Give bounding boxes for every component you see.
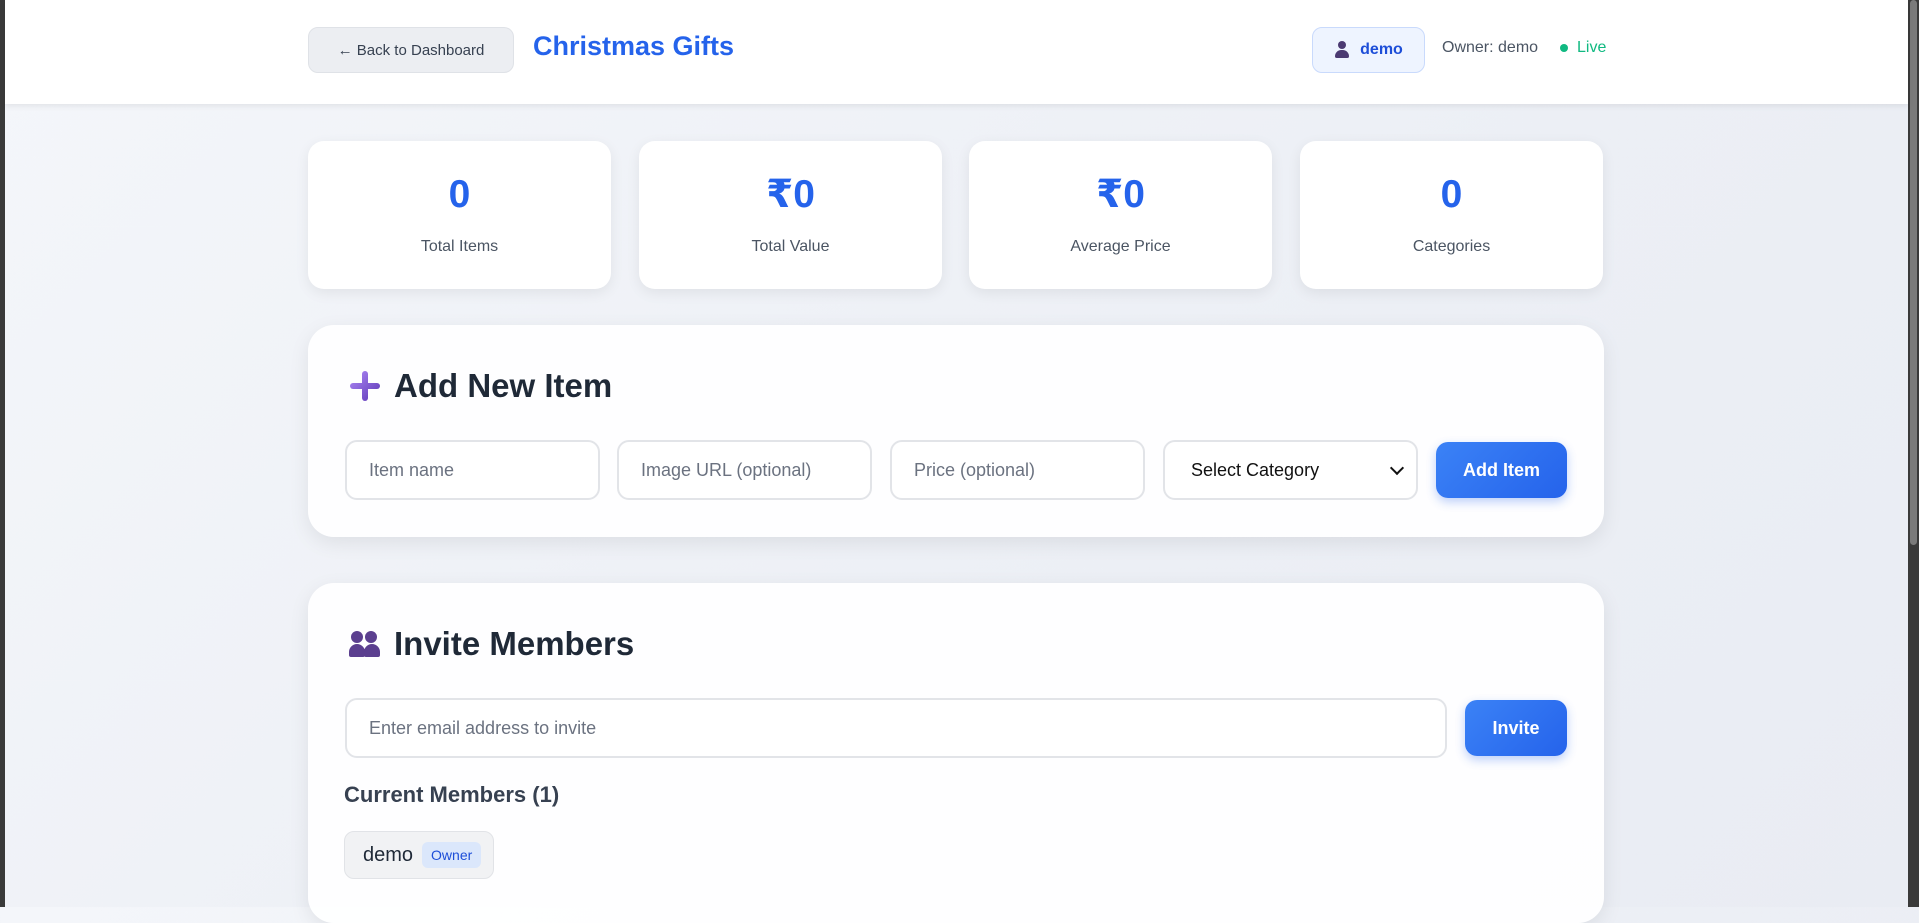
stat-value: ₹0 bbox=[1096, 173, 1145, 216]
stat-value: ₹0 bbox=[766, 173, 815, 216]
stat-label: Total Items bbox=[420, 238, 499, 255]
invite-members-panel: Invite Members Invite Current Members (1… bbox=[308, 583, 1604, 923]
stat-card-categories: 0 Categories bbox=[1300, 141, 1603, 289]
current-members-heading: Current Members (1) bbox=[344, 782, 560, 807]
invite-button[interactable]: Invite bbox=[1465, 700, 1567, 756]
invite-members-heading: Invite Members bbox=[348, 625, 634, 663]
stat-label: Average Price bbox=[1070, 238, 1171, 255]
invite-email-input[interactable] bbox=[345, 698, 1447, 758]
page-title: Christmas Gifts bbox=[533, 31, 735, 61]
member-name: demo bbox=[363, 843, 414, 866]
stat-value: 0 bbox=[1440, 173, 1463, 216]
stat-card-total-value: ₹0 Total Value bbox=[639, 141, 942, 289]
add-item-title: Add New Item bbox=[394, 367, 613, 404]
price-input[interactable] bbox=[890, 440, 1145, 500]
category-select-value: Select Category bbox=[1191, 459, 1320, 480]
scrollbar-track[interactable] bbox=[1908, 0, 1919, 907]
stat-card-average-price: ₹0 Average Price bbox=[969, 141, 1272, 289]
member-chip: demo Owner bbox=[344, 831, 495, 879]
stat-label: Total Value bbox=[751, 238, 830, 255]
chevron-down-icon bbox=[1389, 460, 1405, 475]
live-status: Live bbox=[1560, 39, 1606, 57]
add-item-panel: Add New Item Select Category Add Item bbox=[308, 325, 1604, 537]
invite-members-title: Invite Members bbox=[394, 625, 635, 662]
window-frame-left bbox=[0, 0, 5, 907]
back-to-dashboard-button[interactable]: ← Back to Dashboard bbox=[308, 27, 514, 73]
user-icon bbox=[1334, 41, 1350, 59]
stat-card-total-items: 0 Total Items bbox=[308, 141, 611, 289]
top-header: ← Back to Dashboard Christmas Gifts demo… bbox=[5, 0, 1908, 104]
owner-label: Owner: demo bbox=[1442, 39, 1539, 56]
image-url-input[interactable] bbox=[617, 440, 872, 500]
item-name-input[interactable] bbox=[345, 440, 600, 500]
scrollbar-thumb[interactable] bbox=[1910, 0, 1917, 545]
add-item-button[interactable]: Add Item bbox=[1436, 442, 1567, 498]
stat-value: 0 bbox=[448, 173, 471, 216]
user-name: demo bbox=[1360, 41, 1403, 58]
stat-label: Categories bbox=[1412, 238, 1491, 255]
live-dot-icon bbox=[1560, 44, 1568, 52]
people-icon bbox=[348, 629, 382, 659]
user-pill[interactable]: demo bbox=[1312, 27, 1425, 73]
category-select[interactable]: Select Category bbox=[1163, 440, 1418, 500]
plus-icon bbox=[348, 369, 382, 403]
add-item-heading: Add New Item bbox=[348, 367, 612, 405]
live-status-label: Live bbox=[1577, 39, 1607, 56]
member-role-badge: Owner bbox=[422, 842, 482, 868]
